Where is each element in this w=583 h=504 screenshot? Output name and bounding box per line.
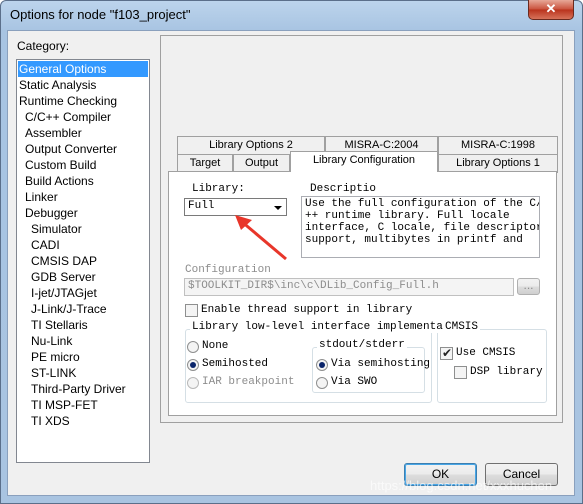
category-item[interactable]: Assembler bbox=[24, 125, 82, 141]
tab-misra-c-1998[interactable]: MISRA-C:1998 bbox=[438, 136, 558, 155]
thread-support-label: Enable thread support in library bbox=[201, 304, 413, 316]
category-item[interactable]: J-Link/J-Trace bbox=[30, 301, 107, 317]
tab-label: Target bbox=[189, 157, 221, 169]
category-item[interactable]: C/C++ Compiler bbox=[24, 109, 111, 125]
tab-label: MISRA-C:1998 bbox=[461, 139, 535, 151]
category-item[interactable]: Simulator bbox=[30, 221, 82, 237]
configuration-label: Configuration bbox=[185, 264, 271, 276]
category-item[interactable]: Output Converter bbox=[24, 141, 117, 157]
category-item[interactable]: Third-Party Driver bbox=[30, 381, 126, 397]
radio-selected-dot bbox=[319, 362, 325, 368]
window-title: Options for node "f103_project" bbox=[10, 7, 191, 22]
tab-label: Output bbox=[244, 157, 279, 169]
category-item[interactable]: TI MSP-FET bbox=[30, 397, 98, 413]
library-select-value: Full bbox=[188, 200, 215, 212]
use-cmsis-label: Use CMSIS bbox=[456, 347, 516, 359]
category-item[interactable]: General Options bbox=[18, 61, 148, 77]
radio-selected-dot bbox=[190, 362, 196, 368]
category-item[interactable]: Nu-Link bbox=[30, 333, 72, 349]
category-item[interactable]: CADI bbox=[30, 237, 60, 253]
dsp-library-label: DSP library bbox=[470, 366, 543, 378]
radio-iar-breakpoint[interactable] bbox=[187, 377, 199, 389]
thread-support-checkbox[interactable] bbox=[185, 304, 198, 317]
radio-none-label: None bbox=[202, 340, 229, 352]
description-text: Use the full configuration of the C/C ++… bbox=[301, 196, 540, 258]
category-item[interactable]: CMSIS DAP bbox=[30, 253, 97, 269]
cmsis-title: CMSIS bbox=[443, 321, 481, 333]
close-button[interactable]: ✕ bbox=[528, 0, 574, 20]
tab-label: Library Options 2 bbox=[209, 139, 293, 151]
category-label: Category: bbox=[17, 39, 70, 53]
category-item[interactable]: Debugger bbox=[24, 205, 78, 221]
configuration-field[interactable]: $TOOLKIT_DIR$\inc\c\DLib_Config_Full.h bbox=[184, 278, 514, 296]
low-level-interface-title: Library low-level interface implementati… bbox=[190, 321, 472, 333]
category-item[interactable]: Static Analysis bbox=[18, 77, 96, 93]
category-item[interactable]: TI XDS bbox=[30, 413, 70, 429]
dsp-library-checkbox[interactable] bbox=[454, 366, 467, 379]
category-list[interactable]: General Options Static Analysis Runtime Ch… bbox=[16, 59, 150, 463]
radio-iar-breakpoint-label: IAR breakpoint bbox=[202, 376, 295, 388]
radio-via-semihosting-label: Via semihosting bbox=[331, 358, 431, 370]
radio-semihosted-label: Semihosted bbox=[202, 358, 269, 370]
chevron-down-icon bbox=[274, 206, 282, 210]
browse-button[interactable]: ... bbox=[517, 278, 540, 295]
radio-via-semihosting[interactable] bbox=[316, 359, 328, 371]
radio-via-swo-label: Via SWO bbox=[331, 376, 378, 388]
category-item[interactable]: PE micro bbox=[30, 349, 80, 365]
checkmark-icon: ✔ bbox=[442, 346, 453, 360]
description-label: Descriptio bbox=[310, 183, 377, 195]
category-item[interactable]: Runtime Checking bbox=[18, 93, 117, 109]
tab-label: MISRA-C:2004 bbox=[344, 139, 419, 151]
tab-library-configuration[interactable]: Library Configuration bbox=[290, 151, 438, 172]
browse-label: ... bbox=[523, 278, 534, 292]
title-bar[interactable]: Options for node "f103_project" ✕ bbox=[0, 0, 583, 30]
radio-via-swo[interactable] bbox=[316, 377, 328, 389]
annotation-arrow-icon bbox=[235, 215, 287, 261]
category-item[interactable]: I-jet/JTAGjet bbox=[30, 285, 97, 301]
library-label: Library: bbox=[192, 183, 245, 195]
category-item[interactable]: ST-LINK bbox=[30, 365, 76, 381]
watermark-text: https://blog.csdn.net/xxxhuchen bbox=[370, 478, 553, 493]
tab-label: Library Configuration bbox=[312, 154, 416, 166]
tab-label: Library Options 1 bbox=[456, 157, 540, 169]
configuration-path: $TOOLKIT_DIR$\inc\c\DLib_Config_Full.h bbox=[188, 280, 439, 292]
radio-semihosted[interactable] bbox=[187, 359, 199, 371]
category-item[interactable]: TI Stellaris bbox=[30, 317, 88, 333]
radio-none[interactable] bbox=[187, 341, 199, 353]
category-item[interactable]: Build Actions bbox=[24, 173, 94, 189]
category-item[interactable]: GDB Server bbox=[30, 269, 96, 285]
category-item[interactable]: Linker bbox=[24, 189, 58, 205]
close-icon: ✕ bbox=[545, 1, 557, 16]
category-item[interactable]: Custom Build bbox=[24, 157, 96, 173]
stdout-stderr-title: stdout/stderr bbox=[317, 339, 407, 351]
use-cmsis-checkbox[interactable]: ✔ bbox=[440, 346, 453, 360]
